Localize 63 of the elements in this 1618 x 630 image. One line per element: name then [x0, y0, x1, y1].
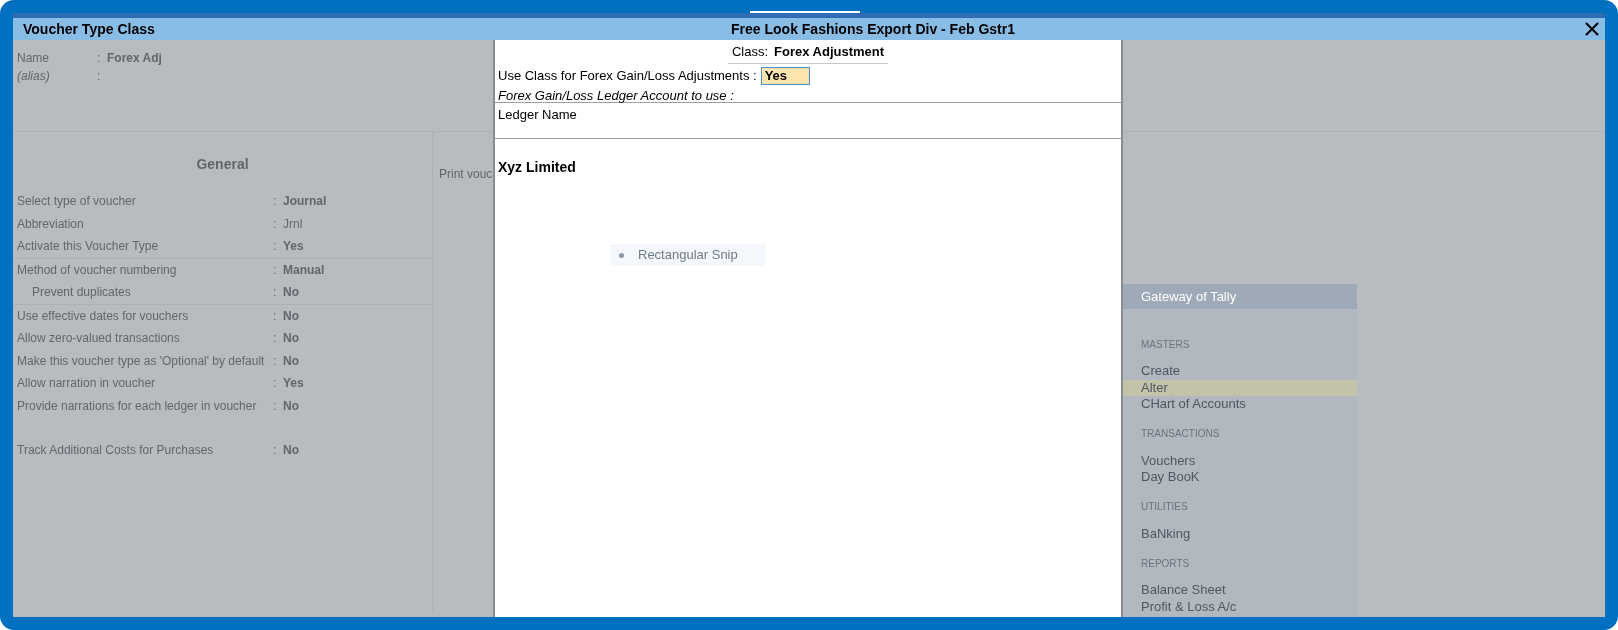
separator: :	[273, 261, 278, 279]
field-value: No	[283, 330, 299, 348]
field-label: Track Additional Costs for Purchases	[17, 442, 215, 460]
field-value: Manual	[283, 261, 325, 279]
menu-item[interactable]: Vouchers	[1123, 452, 1357, 469]
menu-item[interactable]: Alter	[1123, 379, 1357, 396]
menu-item[interactable]: Profit & Loss A/c	[1123, 598, 1357, 615]
separator: :	[273, 215, 278, 233]
field-label: Select type of voucher	[17, 193, 137, 211]
ledger-name[interactable]: Xyz Limited	[498, 158, 576, 175]
forex-class-label: Use Class for Forex Gain/Loss Adjustments :	[498, 67, 757, 86]
field-value: No	[283, 352, 299, 370]
alias-label: (alias)	[17, 68, 51, 85]
field-value: Jrnl	[283, 215, 303, 233]
separator: :	[273, 442, 278, 460]
menu-item[interactable]: Create	[1123, 363, 1357, 380]
field-label: Activate this Voucher Type	[17, 238, 160, 256]
menu-item[interactable]: Balance Sheet	[1123, 582, 1357, 599]
field-value: No	[283, 442, 299, 460]
name-label: Name	[17, 50, 50, 67]
section-title: General	[196, 154, 249, 174]
section-heading: REPORTS	[1141, 556, 1190, 571]
field-value: Yes	[283, 375, 304, 393]
print-label: Print vouc	[439, 167, 493, 181]
menu-item[interactable]: Day BooK	[1123, 469, 1357, 486]
field-label: Method of voucher numbering	[17, 261, 178, 279]
section-heading: UTILITIES	[1141, 500, 1188, 514]
separator: :	[273, 397, 278, 415]
menu-item[interactable]: BaNking	[1123, 525, 1357, 542]
separator: :	[273, 193, 278, 211]
section-heading: TRANSACTIONS	[1141, 427, 1220, 441]
field-label: Allow zero-valued transactions	[17, 330, 181, 348]
separator: :	[273, 307, 278, 325]
separator: :	[273, 375, 278, 393]
field-value: No	[283, 284, 299, 302]
close-icon[interactable]	[1585, 22, 1599, 36]
class-label: Class:	[731, 43, 769, 61]
column-header: Ledger Name	[498, 106, 577, 122]
field-label: Make this voucher type as 'Optional' by default	[17, 352, 266, 370]
menu-item[interactable]: CHart of Accounts	[1123, 396, 1357, 413]
field-label: Provide narrations for each ledger in voucher	[17, 397, 258, 415]
field-value: No	[283, 397, 299, 415]
field-label: Abbreviation	[17, 215, 85, 233]
field-label: Use effective dates for vouchers	[17, 307, 190, 325]
panel-title: Gateway of Tally	[1141, 287, 1237, 306]
separator: :	[97, 68, 102, 85]
separator: :	[273, 330, 278, 348]
field-label: Prevent duplicates	[31, 284, 132, 302]
field-value: No	[283, 307, 299, 325]
field-label: Allow narration in voucher	[17, 375, 157, 393]
section-heading: MASTERS	[1141, 337, 1190, 352]
window-title: Voucher Type Class	[23, 19, 155, 39]
field-value: Journal	[283, 193, 327, 211]
class-value: Forex Adjustment	[774, 43, 885, 61]
separator: :	[273, 352, 278, 370]
company-title: Free Look Fashions Export Div - Feb Gstr1	[730, 19, 1016, 39]
ledger-prompt: Forex Gain/Loss Ledger Account to use :	[498, 87, 734, 103]
separator: :	[273, 238, 278, 256]
separator: :	[97, 50, 102, 67]
separator: :	[273, 284, 278, 302]
name-value: Forex Adj	[107, 50, 162, 67]
field-value: Yes	[283, 238, 304, 256]
forex-class-field[interactable]: Yes	[760, 67, 810, 85]
